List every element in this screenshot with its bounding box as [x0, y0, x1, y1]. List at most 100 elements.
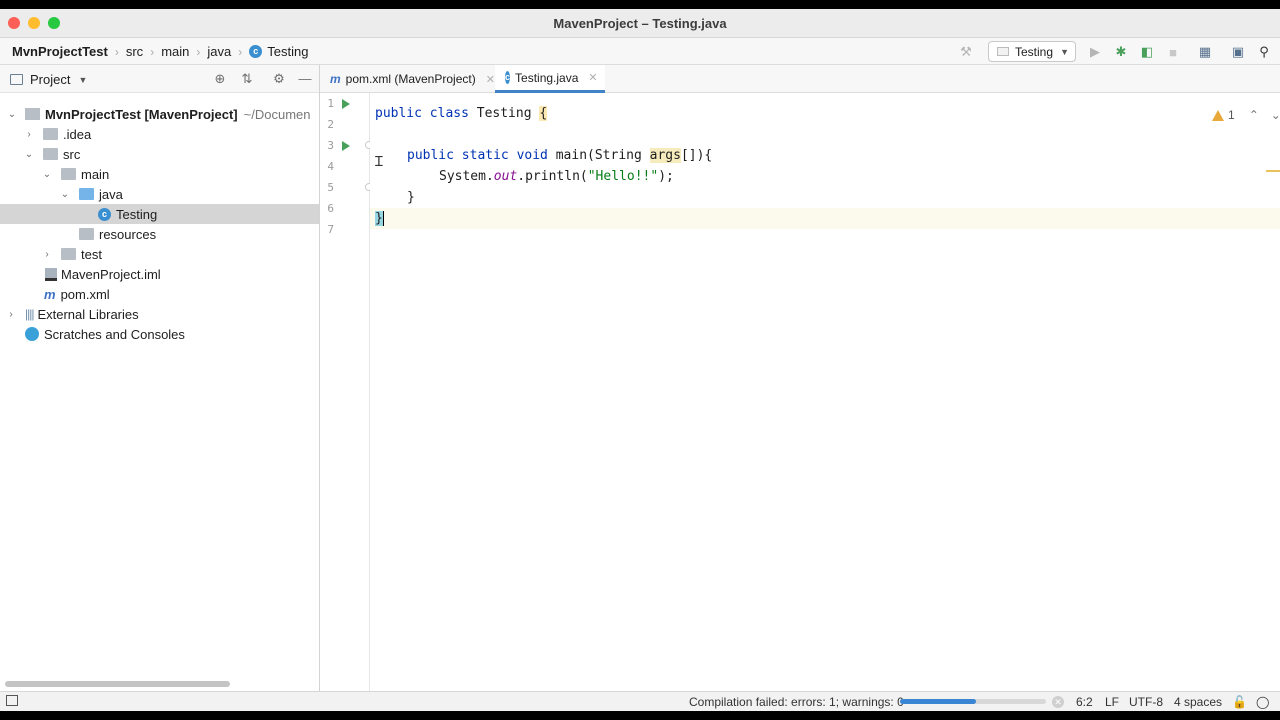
window-title: MavenProject – Testing.java: [553, 16, 727, 31]
breadcrumb-src[interactable]: src: [126, 44, 143, 59]
tree-item-label: pom.xml: [60, 286, 110, 302]
tree-item-label: src: [63, 146, 81, 162]
maven-icon: m: [330, 72, 341, 86]
tree-item-java[interactable]: ⌄ java: [0, 184, 319, 204]
folder-icon: [61, 168, 76, 180]
chevron-down-icon: ⌄: [60, 188, 70, 200]
brace: {: [539, 106, 548, 121]
run-icon[interactable]: ▶: [1087, 44, 1103, 60]
coverage-icon[interactable]: ◧: [1139, 44, 1155, 60]
event-log-icon[interactable]: ◯: [1256, 695, 1269, 709]
tree-item-idea[interactable]: › .idea: [0, 124, 319, 144]
tree-item-label: MavenProject.iml: [61, 266, 161, 282]
tab-testing-java[interactable]: c Testing.java ✕: [495, 65, 605, 93]
line-number: 1: [327, 97, 334, 110]
indent-setting[interactable]: 4 spaces: [1174, 695, 1222, 709]
module-icon: [25, 108, 40, 120]
tree-item-src[interactable]: ⌄ src: [0, 144, 319, 164]
lock-icon[interactable]: 🔓: [1232, 695, 1247, 709]
collapse-all-icon[interactable]: ⇅: [239, 71, 255, 87]
project-structure-icon[interactable]: ▦: [1197, 44, 1213, 60]
chevron-down-icon[interactable]: ⌄: [1271, 108, 1280, 122]
navigation-bar: MvnProjectTest › src › main › java › c T…: [0, 38, 1280, 65]
source-folder-icon: [79, 188, 94, 200]
line-number: 6: [327, 202, 334, 215]
tree-item-root-project[interactable]: ⌄ MvnProjectTest [MavenProject] ~/Docume…: [0, 104, 319, 124]
toggle-tool-windows-icon[interactable]: [6, 695, 18, 706]
code-editor[interactable]: public class Testing { public static voi…: [370, 93, 1280, 691]
search-icon[interactable]: ⚲: [1256, 44, 1272, 60]
error-stripe-marker[interactable]: [1266, 170, 1280, 172]
gear-icon[interactable]: ⚙: [271, 71, 287, 87]
run-configuration-label: Testing: [1015, 44, 1054, 59]
debug-bug-icon[interactable]: ✱: [1113, 44, 1129, 60]
scratches-icon: [25, 327, 39, 341]
breadcrumb-java[interactable]: java: [207, 44, 231, 59]
code-text: main(String: [547, 148, 650, 163]
run-gutter-icon[interactable]: [342, 99, 350, 109]
caret-position[interactable]: 6:2: [1076, 695, 1093, 709]
line-separator[interactable]: LF: [1105, 695, 1119, 709]
cancel-progress-icon[interactable]: ✕: [1052, 696, 1064, 708]
chevron-down-icon: ⌄: [42, 168, 52, 180]
close-icon[interactable]: ✕: [588, 71, 597, 84]
project-view-selector[interactable]: Project ▼: [10, 72, 87, 87]
breadcrumb-testing[interactable]: Testing: [267, 44, 308, 59]
class-name: Testing: [468, 106, 540, 121]
tree-item-path: ~/Documen: [243, 106, 311, 122]
warning-highlight: args: [649, 148, 681, 163]
tab-label: Testing.java: [515, 70, 579, 85]
breadcrumb-separator-icon: ›: [114, 44, 119, 59]
chevron-down-icon: ⌄: [7, 108, 17, 120]
editor-gutter: 1 2 3 4 5 6 7: [320, 93, 373, 691]
locate-target-icon[interactable]: ⊕: [212, 71, 228, 87]
breadcrumb-separator-icon: ›: [196, 44, 201, 59]
code-line-4: System.out.println("Hello!!");: [439, 166, 674, 187]
project-panel-header: Project ▼ ⊕ ⇅ ⚙ —: [0, 65, 319, 93]
tree-item-test[interactable]: › test: [0, 244, 319, 264]
stop-icon[interactable]: ■: [1165, 44, 1181, 60]
maven-icon: m: [44, 286, 56, 302]
tree-item-label: main: [81, 166, 110, 182]
run-gutter-icon[interactable]: [342, 141, 350, 151]
resources-folder-icon: [79, 228, 94, 240]
chevron-up-icon[interactable]: ⌃: [1249, 108, 1259, 122]
project-panel-title: Project: [30, 72, 71, 87]
tree-item-resources[interactable]: resources: [0, 224, 319, 244]
status-message[interactable]: Compilation failed: errors: 1; warnings:…: [689, 695, 904, 709]
build-hammer-icon[interactable]: ⚒: [958, 44, 974, 60]
class-icon: c: [98, 207, 111, 221]
warning-count: 1: [1228, 108, 1235, 122]
code-line-3: public static void main(String args[]){: [407, 145, 712, 166]
close-icon[interactable]: ✕: [486, 73, 495, 86]
run-configuration-select[interactable]: Testing ▼: [988, 41, 1076, 62]
ide-window: MavenProject – Testing.java MvnProjectTe…: [0, 9, 1280, 711]
horizontal-scrollbar[interactable]: [5, 681, 230, 687]
breadcrumb: MvnProjectTest › src › main › java › c T…: [12, 44, 308, 59]
class-icon: c: [249, 45, 263, 58]
code-text: System.: [439, 169, 494, 184]
breadcrumb-main[interactable]: main: [161, 44, 189, 59]
file-encoding[interactable]: UTF-8: [1129, 695, 1163, 709]
tree-item-scratches[interactable]: Scratches and Consoles: [0, 324, 319, 344]
editor-tabs: m pom.xml (MavenProject) ✕ c Testing.jav…: [320, 65, 1280, 93]
tree-item-pom[interactable]: m pom.xml: [0, 284, 319, 304]
progress-bar: [900, 699, 1046, 704]
breadcrumb-separator-icon: ›: [150, 44, 155, 59]
keyword: public class: [375, 106, 469, 121]
tree-item-iml[interactable]: MavenProject.iml: [0, 264, 319, 284]
tree-item-external-libraries[interactable]: › |||| External Libraries: [0, 304, 319, 324]
tree-item-testing[interactable]: c Testing: [0, 204, 319, 224]
title-bar: MavenProject – Testing.java: [0, 9, 1280, 38]
chevron-down-icon: ▼: [78, 74, 88, 85]
current-line-highlight: [370, 208, 1280, 229]
tree-item-main[interactable]: ⌄ main: [0, 164, 319, 184]
inspection-widget[interactable]: 1 ⌃ ⌄: [1212, 108, 1280, 122]
tab-pom-xml[interactable]: m pom.xml (MavenProject) ✕: [320, 65, 505, 93]
layout-icon[interactable]: ▣: [1230, 44, 1246, 60]
hide-panel-icon[interactable]: —: [297, 71, 313, 87]
breadcrumb-project[interactable]: MvnProjectTest: [12, 44, 108, 59]
code-line-5: }: [407, 187, 415, 208]
project-tool-window: Project ▼ ⊕ ⇅ ⚙ — ⌄ MvnProjectTest [Mave…: [0, 65, 320, 691]
tree-item-label: test: [81, 246, 102, 262]
